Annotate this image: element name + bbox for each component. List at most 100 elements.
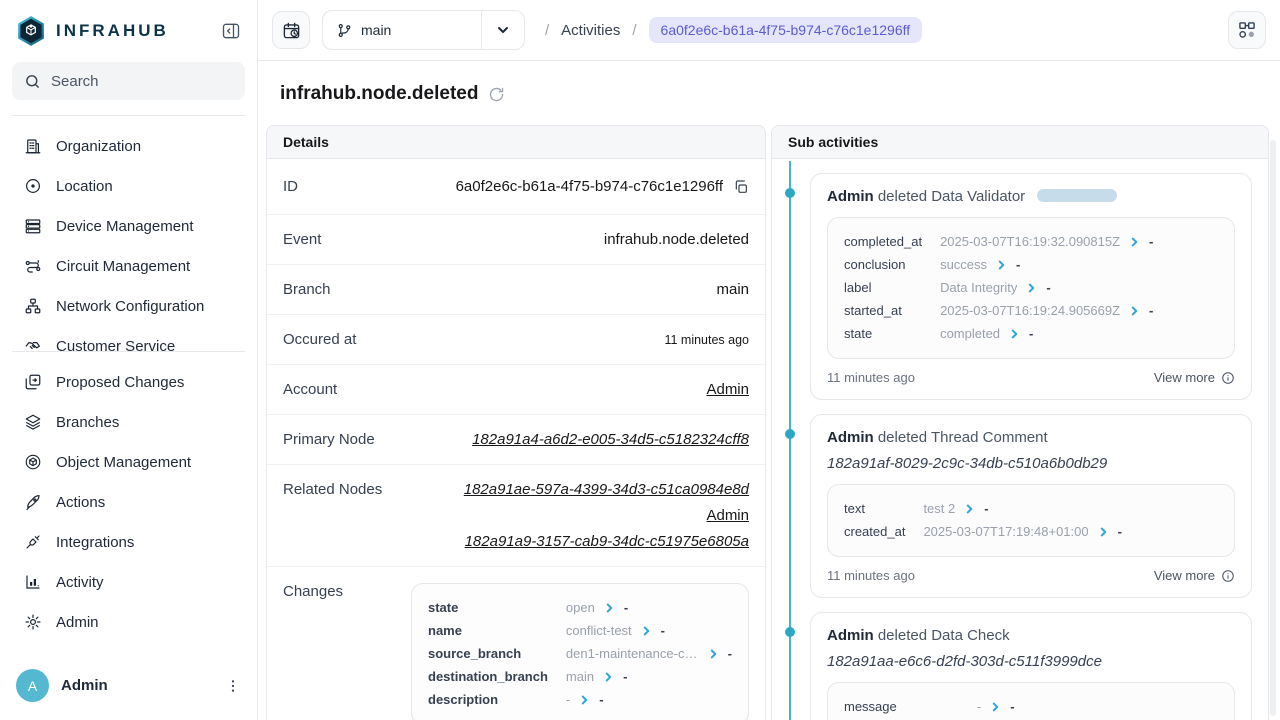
detail-row-occured-at: Occured at 11 minutes ago (267, 315, 765, 365)
kebab-menu-icon[interactable] (225, 678, 241, 694)
chevron-right-icon (1099, 526, 1108, 538)
sub-activities-header: Sub activities (772, 126, 1268, 159)
account-link[interactable]: Admin (706, 381, 749, 398)
detail-value-occured-at: 11 minutes ago (664, 333, 749, 347)
sidebar-item-admin[interactable]: Admin (12, 602, 245, 642)
breadcrumb-separator: / (632, 22, 636, 39)
related-node-link[interactable]: 182a91a9-3157-cab9-34dc-c51975e6805a (465, 533, 749, 550)
page-content: infrahub.node.deleted Details ID 6a0f2e6… (258, 61, 1280, 720)
sub-activities-panel: Sub activities Admin deleted Data Valida… (771, 125, 1269, 720)
activity-node-id: 182a91af-8029-2c9c-34db-c510a6b0db29 (827, 455, 1235, 472)
activity-card-title: Admin deleted Data Check (827, 627, 1235, 644)
sidebar-item-location[interactable]: Location (12, 166, 245, 206)
detail-label: Occured at (283, 331, 356, 348)
scrollbar-track[interactable] (1270, 140, 1276, 716)
search-field[interactable] (51, 73, 250, 90)
search-input[interactable]: ^K (12, 62, 245, 100)
activity-card-footer: 11 minutes ago View more (827, 557, 1235, 589)
chevron-right-icon (1130, 236, 1139, 248)
integrations-plug-icon (24, 533, 42, 551)
network-configuration-icon (24, 297, 42, 315)
git-branch-icon (337, 23, 352, 38)
sidebar-item-activity[interactable]: Activity (12, 562, 245, 602)
sidebar-item-label: Organization (56, 138, 141, 155)
related-node-link[interactable]: 182a91ae-597a-4399-34d3-c51ca0984e8d (464, 481, 749, 498)
timeline-line (789, 161, 791, 410)
sidebar-item-integrations[interactable]: Integrations (12, 522, 245, 562)
nav-primary: Organization Location Device Management (0, 116, 257, 351)
activity-props-box: text test 2- created_at 2025-03-07T17:19… (827, 484, 1235, 557)
detail-label: Changes (283, 583, 343, 600)
schema-button[interactable] (1228, 11, 1266, 49)
activity-chart-icon (24, 573, 42, 591)
page-head: infrahub.node.deleted (258, 61, 1280, 125)
sidebar-item-branches[interactable]: Branches (12, 402, 245, 442)
sidebar-item-actions[interactable]: Actions (12, 482, 245, 522)
chevron-right-icon (709, 648, 718, 660)
object-management-icon (24, 453, 42, 471)
chevron-right-icon (997, 259, 1006, 271)
view-more-button[interactable]: View more (1154, 370, 1235, 385)
search-icon (24, 73, 41, 90)
timeline-dot (785, 429, 795, 439)
sidebar-item-organization[interactable]: Organization (12, 126, 245, 166)
sidebar-item-circuit-management[interactable]: Circuit Management (12, 246, 245, 286)
detail-label: Event (283, 231, 321, 248)
schema-icon (1237, 20, 1257, 40)
detail-label: ID (283, 178, 298, 195)
detail-row-branch: Branch main (267, 265, 765, 315)
activity-props-box: completed_at 2025-03-07T16:19:32.090815Z… (827, 217, 1235, 359)
breadcrumb-activities[interactable]: Activities (561, 22, 620, 39)
chevron-right-icon (1010, 328, 1019, 340)
sidebar-item-object-management[interactable]: Object Management (12, 442, 245, 482)
sidebar-item-label: Integrations (56, 534, 134, 551)
breadcrumb-separator: / (545, 22, 549, 39)
time-travel-button[interactable] (272, 11, 310, 49)
sidebar-item-customer-service[interactable]: Customer Service (12, 326, 245, 351)
detail-row-changes: Changes state open- name conflict-test- … (267, 567, 765, 720)
detail-label: Account (283, 381, 337, 398)
chevron-down-icon[interactable] (482, 22, 524, 38)
sidebar-item-network-configuration[interactable]: Network Configuration (12, 286, 245, 326)
breadcrumb-entity-id[interactable]: 6a0f2e6c-b61a-4f75-b974-c76c1e1296ff (649, 17, 923, 43)
chevron-right-icon (604, 671, 613, 683)
user-name: Admin (61, 677, 108, 694)
user-menu[interactable]: A Admin (0, 657, 257, 720)
view-more-button[interactable]: View more (1154, 568, 1235, 583)
device-management-icon (24, 217, 42, 235)
sidebar-item-device-management[interactable]: Device Management (12, 206, 245, 246)
changes-props-box: state open- name conflict-test- source_b… (411, 583, 749, 720)
activity-timestamp: 11 minutes ago (827, 370, 915, 385)
details-panel: Details ID 6a0f2e6c-b61a-4f75-b974-c76c1… (266, 125, 766, 720)
chevron-right-icon (965, 503, 974, 515)
detail-label: Primary Node (283, 431, 375, 448)
primary-node-link[interactable]: 182a91a4-a6d2-e005-34d5-c5182324cff8 (472, 431, 749, 448)
activity-props-box: message -- keep_branch -- enriched_confl… (827, 682, 1235, 720)
activity-card: Admin deleted Thread Comment 182a91af-80… (810, 414, 1252, 598)
detail-label: Related Nodes (283, 481, 382, 498)
page-title: infrahub.node.deleted (280, 83, 478, 105)
refresh-icon[interactable] (488, 86, 505, 103)
proposed-changes-icon (24, 373, 42, 391)
customer-service-icon (24, 337, 42, 351)
copy-icon[interactable] (733, 179, 749, 195)
sidebar-item-label: Device Management (56, 218, 194, 235)
detail-label: Branch (283, 281, 331, 298)
activity-card: Admin deleted Data Validator completed_a… (810, 173, 1252, 400)
branch-selector[interactable]: main (322, 10, 525, 50)
detail-row-primary-node: Primary Node 182a91a4-a6d2-e005-34d5-c51… (267, 415, 765, 465)
chevron-right-icon (642, 625, 651, 637)
details-panel-header: Details (267, 126, 765, 159)
sidebar-item-proposed-changes[interactable]: Proposed Changes (12, 362, 245, 402)
sidebar-item-label: Circuit Management (56, 258, 190, 275)
loading-placeholder (1037, 189, 1117, 202)
sidebar-item-label: Object Management (56, 454, 191, 471)
calendar-clock-icon (282, 21, 301, 40)
chevron-right-icon (991, 701, 1000, 713)
detail-row-id: ID 6a0f2e6c-b61a-4f75-b974-c76c1e1296ff (267, 159, 765, 215)
sidebar-item-label: Admin (56, 614, 99, 631)
sidebar-collapse-icon[interactable] (221, 21, 241, 41)
timeline-dot (785, 627, 795, 637)
related-node-link[interactable]: Admin (706, 507, 749, 524)
panels: Details ID 6a0f2e6c-b61a-4f75-b974-c76c1… (258, 125, 1280, 720)
